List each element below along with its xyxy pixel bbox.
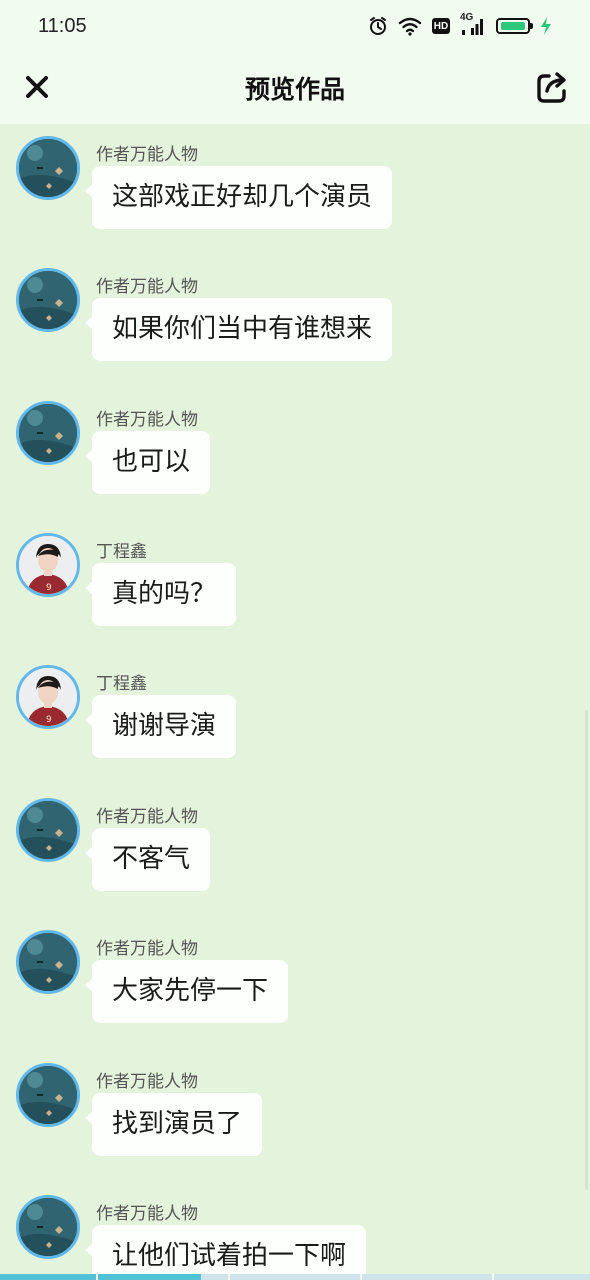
author-avatar[interactable] — [16, 930, 80, 994]
share-button[interactable] — [534, 68, 572, 106]
page-title: 预览作品 — [244, 75, 345, 104]
sender-name: 作者万能人物 — [96, 145, 198, 165]
message-bubble[interactable]: 这部戏正好却几个演员 — [84, 166, 393, 229]
signal-icon: 4G — [460, 12, 486, 36]
top-nav: 预览作品 — [0, 52, 590, 124]
chat-area[interactable]: 作者万能人物 这部戏正好却几个演员 作者万能人物 如果你们当中有谁想来 作者万能… — [0, 124, 590, 1280]
message-bubble[interactable]: 真的吗？ — [84, 563, 237, 626]
status-bar: 11:05 HD 4G — [0, 0, 590, 52]
sender-name: 丁程鑫 — [96, 542, 147, 562]
scrollbar[interactable] — [585, 710, 588, 1190]
author-avatar[interactable] — [16, 401, 80, 465]
hd-icon: HD — [432, 18, 450, 34]
charging-icon — [540, 17, 552, 35]
battery-level — [501, 22, 525, 30]
svg-text:9: 9 — [46, 583, 52, 593]
author-avatar[interactable] — [16, 1063, 80, 1127]
author-avatar[interactable] — [16, 798, 80, 862]
reading-progress-bar — [0, 1274, 590, 1280]
reading-progress-fill — [0, 1274, 201, 1280]
person-avatar[interactable]: 9 — [16, 665, 80, 729]
status-icons: HD 4G — [368, 12, 552, 36]
sender-name: 丁程鑫 — [96, 674, 147, 694]
author-avatar[interactable] — [16, 136, 80, 200]
alarm-icon — [368, 16, 388, 36]
progress-divider — [96, 1274, 98, 1280]
person-avatar[interactable]: 9 — [16, 533, 80, 597]
message-bubble[interactable]: 大家先停一下 — [84, 960, 289, 1023]
close-button[interactable] — [20, 70, 54, 104]
sender-name: 作者万能人物 — [96, 277, 198, 297]
message-bubble[interactable]: 谢谢导演 — [84, 695, 237, 758]
message-bubble[interactable]: 也可以 — [84, 431, 211, 494]
progress-divider — [360, 1274, 362, 1280]
wifi-icon — [398, 16, 422, 36]
message-bubble[interactable]: 不客气 — [84, 828, 211, 891]
progress-divider — [228, 1274, 230, 1280]
status-time: 11:05 — [38, 14, 87, 37]
battery-icon — [496, 18, 533, 34]
close-icon — [26, 76, 48, 98]
network-type-label: 4G — [460, 12, 474, 23]
svg-text:9: 9 — [46, 715, 52, 725]
author-avatar[interactable] — [16, 268, 80, 332]
share-icon — [537, 72, 566, 103]
sender-name: 作者万能人物 — [96, 1072, 198, 1092]
sender-name: 作者万能人物 — [96, 807, 198, 827]
message-bubble[interactable]: 找到演员了 — [84, 1093, 263, 1156]
message-bubble[interactable]: 如果你们当中有谁想来 — [84, 298, 393, 361]
sender-name: 作者万能人物 — [96, 1204, 198, 1224]
message-bubble[interactable]: 让他们试着拍一下啊 — [84, 1225, 367, 1280]
sender-name: 作者万能人物 — [96, 939, 198, 959]
sender-name: 作者万能人物 — [96, 410, 198, 430]
progress-divider — [492, 1274, 494, 1280]
author-avatar[interactable] — [16, 1195, 80, 1259]
